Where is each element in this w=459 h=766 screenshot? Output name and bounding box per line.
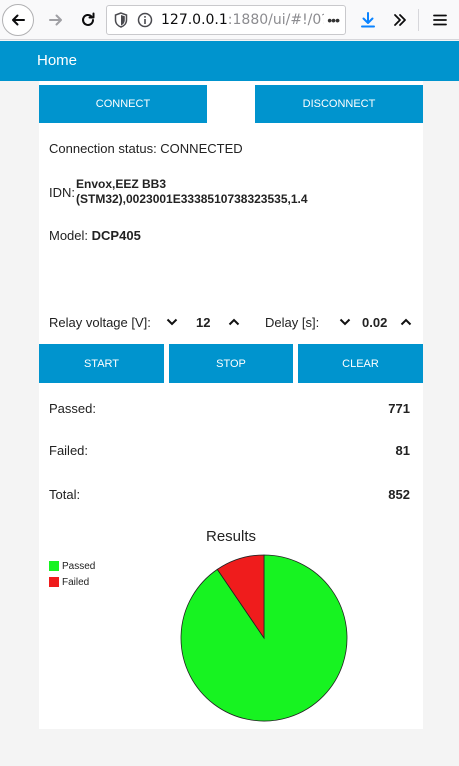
results-pie-chart: [180, 554, 348, 722]
clear-button[interactable]: CLEAR: [298, 344, 423, 383]
double-chevron-icon: [394, 14, 406, 26]
relay-voltage-increment[interactable]: [226, 314, 242, 330]
site-info-icon[interactable]: [135, 10, 155, 30]
delay-label: Delay [s]:: [265, 315, 320, 330]
delay-decrement[interactable]: [337, 314, 353, 330]
failed-label: Failed:: [49, 443, 89, 458]
model-value: DCP405: [91, 228, 141, 243]
total-label: Total:: [49, 487, 81, 502]
page-title: Home: [37, 52, 78, 69]
legend-swatch: [49, 561, 59, 571]
forward-button[interactable]: [40, 4, 72, 36]
delay-value[interactable]: 0.02: [362, 315, 387, 330]
passed-label: Passed:: [49, 401, 96, 416]
chart-legend: Passed Failed: [49, 558, 95, 590]
failed-value: 81: [395, 443, 410, 458]
start-button[interactable]: START: [39, 344, 164, 383]
back-button[interactable]: [2, 4, 34, 36]
idn-value-line2: (STM32),0023001E3338510738323535,1.4: [76, 192, 308, 206]
total-row: Total: 852: [49, 487, 410, 502]
relay-voltage-value[interactable]: 12: [196, 315, 210, 330]
stop-button[interactable]: STOP: [169, 344, 293, 383]
chevron-down-icon: [166, 318, 178, 326]
model-row: Model: DCP405: [49, 228, 141, 243]
model-label: Model:: [49, 228, 89, 243]
hamburger-menu-button[interactable]: [424, 4, 456, 36]
reload-button[interactable]: [72, 4, 104, 36]
reload-icon: [82, 12, 95, 26]
legend-label: Passed: [62, 560, 96, 572]
back-arrow-icon: [12, 14, 25, 26]
connect-button[interactable]: CONNECT: [39, 85, 207, 123]
legend-item-passed: Passed: [49, 558, 95, 574]
legend-swatch: [49, 577, 59, 587]
idn-value-line1: Envox,EEZ BB3: [76, 177, 167, 191]
tracking-shield-icon[interactable]: [111, 10, 131, 30]
forward-arrow-icon: [49, 14, 62, 26]
chevron-down-icon: [339, 318, 351, 326]
chevron-up-icon: [400, 318, 412, 326]
download-icon: [361, 12, 375, 28]
browser-toolbar: 127.0.0.1:1880/ui/#!/0?s •••: [0, 0, 459, 40]
idn-value: Envox,EEZ BB3 (STM32),0023001E3338510738…: [76, 177, 308, 207]
connection-status: Connection status: CONNECTED: [49, 141, 243, 156]
toolbar-separator: [418, 9, 419, 31]
address-bar[interactable]: 127.0.0.1:1880/ui/#!/0?s •••: [106, 5, 346, 35]
app-header: Home: [0, 41, 459, 81]
downloads-button[interactable]: [352, 4, 384, 36]
page-actions-button[interactable]: •••: [324, 12, 340, 28]
idn-row: IDN: Envox,EEZ BB3 (STM32),0023001E33385…: [49, 177, 413, 207]
url-text: 127.0.0.1:1880/ui/#!/0?s: [161, 12, 337, 28]
delay-increment[interactable]: [398, 314, 414, 330]
relay-voltage-label: Relay voltage [V]:: [49, 315, 151, 330]
hamburger-icon: [433, 14, 447, 26]
legend-item-failed: Failed: [49, 574, 95, 590]
idn-label: IDN:: [49, 185, 75, 200]
failed-row: Failed: 81: [49, 443, 410, 458]
total-value: 852: [388, 487, 410, 502]
settings-row: Relay voltage [V]: 12 Delay [s]: 0.02: [39, 311, 423, 333]
chart-title: Results: [205, 528, 257, 545]
relay-voltage-decrement[interactable]: [164, 314, 180, 330]
passed-value: 771: [388, 401, 410, 416]
passed-row: Passed: 771: [49, 401, 410, 416]
main-card: CONNECT DISCONNECT Connection status: CO…: [39, 81, 423, 729]
overflow-menu-button[interactable]: [384, 4, 416, 36]
disconnect-button[interactable]: DISCONNECT: [255, 85, 423, 123]
legend-label: Failed: [62, 576, 90, 588]
chevron-up-icon: [228, 318, 240, 326]
